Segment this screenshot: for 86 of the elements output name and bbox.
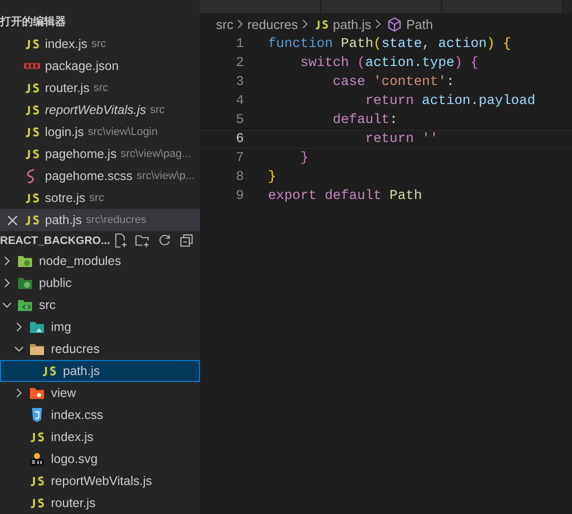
chevron-down-icon[interactable]	[2, 300, 12, 310]
code-line: switch (action.type) {	[299, 56, 479, 71]
code-line: return action.payload	[364, 94, 536, 109]
file-name: router.js	[45, 81, 90, 96]
file-item[interactable]: index.css	[0, 404, 200, 426]
code-line: }	[299, 151, 309, 166]
close-icon[interactable]	[7, 214, 18, 226]
open-editor-item[interactable]: reportWebVitals.js src	[0, 99, 200, 122]
folder-icon	[17, 297, 33, 313]
file-path: src\view\pag...	[120, 148, 191, 160]
folder-icon	[17, 275, 33, 291]
file-name: login.js	[45, 125, 84, 140]
file-path: src	[93, 82, 108, 94]
code-line: return ''	[364, 132, 438, 147]
file-item[interactable]: reportWebVitals.js	[0, 470, 200, 492]
file-name: sotre.js	[45, 191, 86, 206]
line-number: 2	[234, 56, 244, 71]
folder-item[interactable]: img	[0, 316, 200, 338]
breadcrumb-item[interactable]: path.js	[332, 16, 372, 32]
chevron-right-icon[interactable]	[14, 388, 24, 398]
collapse-all-icon[interactable]	[179, 233, 194, 248]
file-path: src	[150, 104, 165, 116]
code-line: case 'content':	[332, 75, 454, 90]
file-name: index.js	[45, 37, 88, 52]
line-number: 8	[234, 170, 244, 185]
line-number: 3	[234, 75, 244, 90]
line-number: 1	[234, 37, 244, 52]
open-editor-item[interactable]: sotre.js src	[0, 187, 200, 210]
breadcrumb-item[interactable]: src	[216, 16, 234, 32]
line-number: 6	[234, 132, 244, 147]
file-path: src	[89, 192, 104, 204]
folder-item[interactable]: reducres	[0, 338, 200, 360]
line-number: 5	[234, 113, 244, 128]
new-folder-icon[interactable]	[135, 233, 150, 248]
folder-item[interactable]: src	[0, 294, 200, 316]
code-line: }	[268, 170, 276, 185]
folder-item[interactable]: public	[0, 272, 200, 294]
breadcrumb-item[interactable]: Path	[406, 16, 433, 32]
folder-icon	[29, 341, 45, 357]
file-name: pagehome.js	[45, 147, 117, 162]
chevron-right-icon	[373, 19, 384, 29]
chevron-right-icon[interactable]	[14, 322, 24, 332]
code-line: export default Path	[268, 189, 422, 204]
chevron-right-icon[interactable]	[2, 256, 12, 266]
open-editor-item[interactable]: router.js src	[0, 77, 200, 100]
refresh-icon[interactable]	[157, 233, 172, 248]
file-item[interactable]: index.js	[0, 426, 200, 448]
file-item[interactable]: router.js	[0, 492, 200, 514]
cube-icon	[387, 16, 402, 32]
open-editor-item[interactable]: pagehome.scss src\view\p...	[0, 165, 200, 188]
package-icon	[24, 63, 40, 70]
open-editor-item[interactable]: path.js src\reducres	[0, 209, 200, 232]
open-editor-item[interactable]: login.js src\view\Login	[0, 121, 200, 144]
folder-icon	[29, 385, 45, 401]
code-line: function Path(state, action) {	[268, 37, 512, 52]
chevron-right-icon	[235, 19, 246, 29]
file-item[interactable]: logo.svg	[0, 448, 200, 470]
open-editor-item[interactable]: pagehome.js src\view\pag...	[0, 143, 200, 166]
css-file-icon	[29, 407, 45, 423]
svg-file-icon	[29, 451, 45, 467]
section-title[interactable]: REACT_BACKGRO...	[0, 234, 110, 247]
file-path: src	[91, 38, 106, 50]
section-title: 打开的编辑器	[0, 14, 67, 30]
folder-item[interactable]: node_modules	[0, 250, 200, 272]
chevron-down-icon[interactable]	[14, 344, 24, 354]
chevron-right-icon[interactable]	[2, 278, 12, 288]
file-path: src\view\Login	[88, 126, 158, 138]
folder-item[interactable]: view	[0, 382, 200, 404]
file-name: package.json	[45, 59, 119, 74]
line-number: 4	[234, 94, 244, 109]
line-number: 9	[234, 189, 244, 204]
open-editor-item[interactable]: index.js src	[0, 33, 200, 56]
line-number: 7	[234, 151, 244, 166]
code-line: default:	[332, 113, 398, 128]
file-name: reportWebVitals.js	[45, 103, 146, 118]
file-path: src\reducres	[86, 214, 146, 226]
open-editor-item[interactable]: package.json	[0, 55, 200, 78]
file-item[interactable]: path.js	[0, 360, 200, 382]
file-name: path.js	[45, 213, 82, 228]
new-file-icon[interactable]	[113, 233, 128, 248]
folder-icon	[17, 253, 33, 269]
chevron-right-icon	[300, 19, 310, 29]
folder-icon	[29, 319, 45, 335]
file-name: pagehome.scss	[45, 169, 133, 184]
breadcrumb-item[interactable]: reducres	[247, 16, 298, 32]
file-path: src\view\p...	[136, 170, 195, 182]
